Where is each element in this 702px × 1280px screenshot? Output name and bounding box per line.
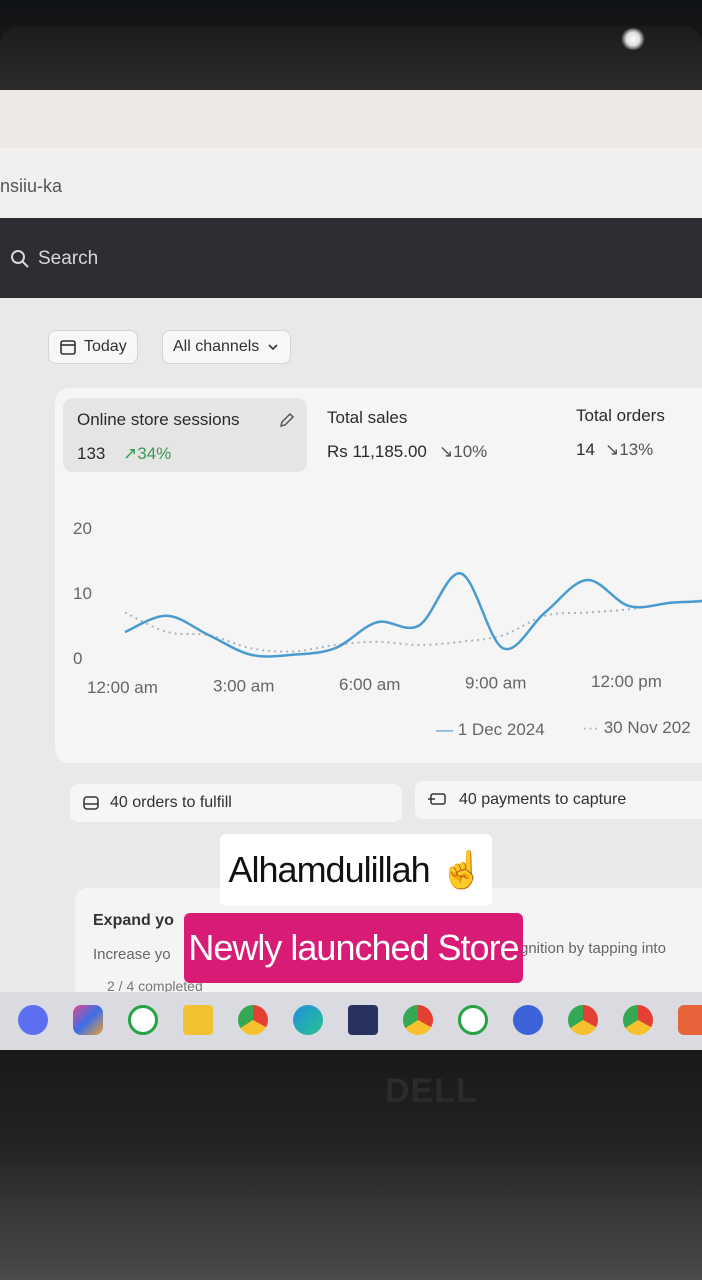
setup-guide-desc: Increase yo (93, 946, 171, 963)
whatsapp-icon[interactable] (128, 1005, 158, 1035)
payments-to-capture-button[interactable]: 40 payments to capture (415, 781, 702, 819)
whatsapp-notification-icon[interactable] (458, 1005, 488, 1035)
admin-top-bar (0, 218, 702, 298)
laptop-screen: nsiiu-ka Search Today All channels Onlin… (0, 90, 702, 1050)
inbox-icon (83, 796, 99, 810)
search-input[interactable]: Search (10, 248, 98, 270)
edge-icon[interactable] (293, 1005, 323, 1035)
laptop-top-bezel (0, 26, 702, 90)
store-icon[interactable] (348, 1005, 378, 1035)
x-tick-label: 6:00 am (339, 675, 400, 694)
payments-to-capture-label: 40 payments to capture (459, 791, 627, 808)
channel-filter-dropdown[interactable]: All channels (162, 330, 292, 364)
windows-taskbar (0, 992, 702, 1050)
sticker-newly-launched: Newly launched Store (184, 913, 523, 983)
date-filter-label: Today (84, 338, 127, 355)
sessions-line-chart: 0 10 20 12:00 am 3:00 am 6:00 am 9:00 am 12:00 … (73, 519, 702, 697)
app-icon-orange[interactable] (678, 1005, 702, 1035)
pointing-up-icon: ☝ (439, 849, 485, 890)
chrome-icon-2[interactable] (568, 1005, 598, 1035)
app-icon[interactable] (513, 1005, 543, 1035)
setup-guide-title: Expand yo (93, 912, 174, 929)
photo-frame: nsiiu-ka Search Today All channels Onlin… (0, 0, 702, 1280)
dell-logo: DELL (385, 1072, 478, 1110)
legend-previous: ··· 30 Nov 202 (582, 718, 691, 737)
orders-to-fulfill-label: 40 orders to fulfill (110, 794, 232, 811)
orders-to-fulfill-button[interactable]: 40 orders to fulfill (70, 784, 402, 822)
y-tick-label: 20 (73, 519, 92, 538)
chrome-icon[interactable] (238, 1005, 268, 1035)
payment-icon (428, 793, 446, 805)
browser-address-bar[interactable]: nsiiu-ka (0, 148, 702, 218)
copilot-icon[interactable] (73, 1005, 103, 1035)
y-tick-label: 10 (73, 584, 92, 603)
series-line-previous (124, 599, 702, 653)
search-icon (11, 250, 29, 268)
x-tick-label: 12:00 pm (591, 672, 662, 691)
search-placeholder: Search (38, 248, 99, 269)
y-tick-label: 0 (73, 649, 82, 668)
series-line-current (124, 572, 702, 658)
x-tick-label: 12:00 am (87, 678, 158, 697)
sticker-text-1: Alhamdulillah (228, 849, 431, 890)
laptop-bottom-bezel (0, 1050, 702, 1280)
file-explorer-icon[interactable] (183, 1005, 213, 1035)
meet-app-icon[interactable] (18, 1005, 48, 1035)
legend-current: — 1 Dec 2024 (436, 720, 545, 739)
light-reflection (620, 28, 646, 50)
sticker-text-2: Newly launched Store (188, 927, 519, 968)
url-text: nsiiu-ka (0, 176, 63, 196)
chevron-down-icon (268, 344, 278, 351)
setup-guide-desc-right: gnition by tapping into (520, 940, 666, 957)
x-tick-label: 3:00 am (213, 677, 274, 696)
analytics-card: Online store sessions 133 ↗34% Total sal… (55, 388, 702, 763)
sticker-alhamdulillah: Alhamdulillah ☝ (220, 834, 492, 906)
x-tick-label: 9:00 am (465, 674, 526, 693)
date-filter-button[interactable]: Today (48, 330, 138, 364)
chrome-profile-icon[interactable] (403, 1005, 433, 1035)
chrome-icon-3[interactable] (623, 1005, 653, 1035)
channel-filter-label: All channels (173, 338, 260, 355)
calendar-icon (60, 340, 76, 355)
